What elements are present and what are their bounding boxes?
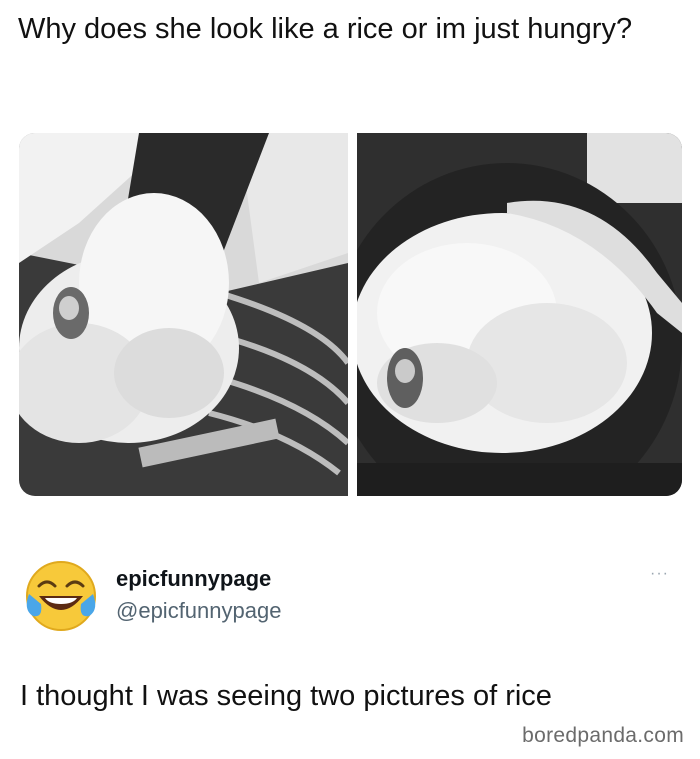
post-text: Why does she look like a rice or im just… bbox=[18, 13, 633, 45]
user-handle[interactable]: @epicfunnypage bbox=[116, 598, 281, 624]
face-with-tears-of-joy-emoji-icon[interactable] bbox=[25, 560, 97, 632]
rice-pot-photo[interactable] bbox=[357, 133, 682, 496]
display-name[interactable]: epicfunnypage bbox=[116, 566, 271, 592]
more-options-icon[interactable]: ··· bbox=[650, 565, 669, 583]
rice-dress-photo[interactable] bbox=[19, 133, 348, 496]
media-grid[interactable] bbox=[19, 133, 682, 496]
watermark-text: boredpanda.com bbox=[522, 724, 684, 747]
reply-text: I thought I was seeing two pictures of r… bbox=[20, 680, 552, 712]
